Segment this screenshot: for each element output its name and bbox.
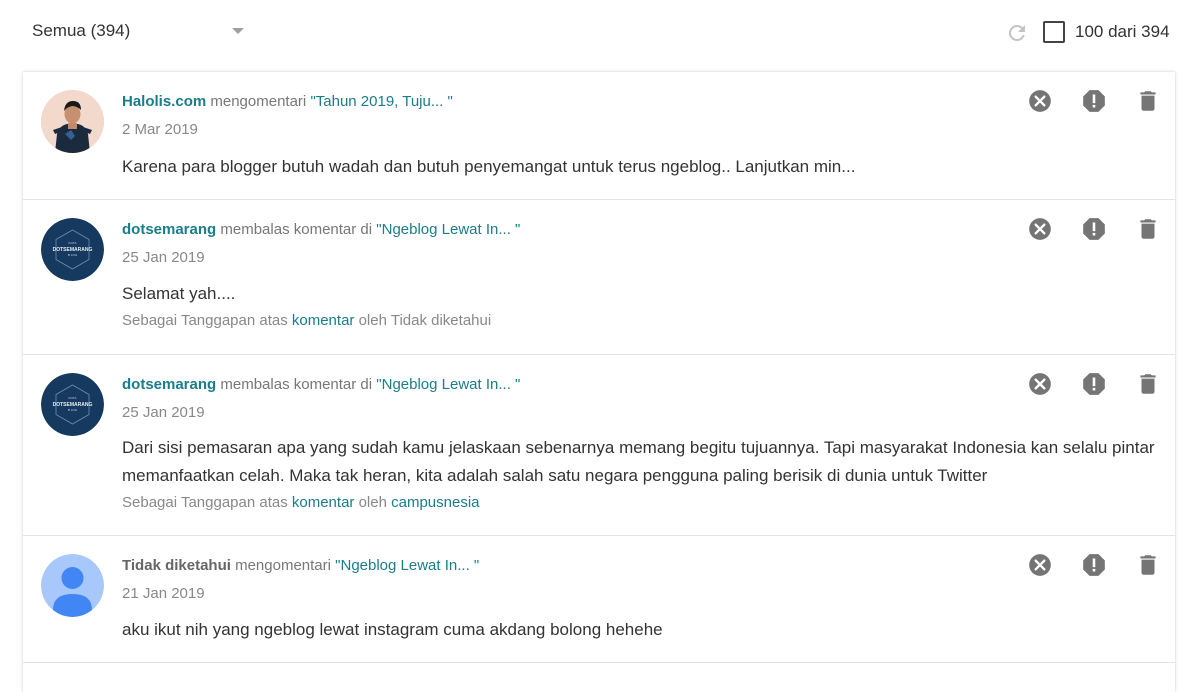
comment-text: Dari sisi pemasaran apa yang sudah kamu … xyxy=(122,438,1155,485)
comment-card: Halolis.com mengomentari "Tahun 2019, Tu… xyxy=(23,72,1175,200)
comment-actions xyxy=(1027,88,1167,114)
comment-header: dotsemarang membalas komentar di "Ngeblo… xyxy=(122,375,520,395)
comment-verb: mengomentari xyxy=(235,557,331,574)
comment-date: 25 Jan 2019 xyxy=(122,404,205,421)
logo-sub-text: B LOG xyxy=(68,253,78,257)
comment-date: 2 Mar 2019 xyxy=(122,121,198,138)
comment-text: aku ikut nih yang ngeblog lewat instagra… xyxy=(122,620,663,639)
count-label: 100 dari 394 xyxy=(1075,22,1170,41)
comment-date: 25 Jan 2019 xyxy=(122,249,205,266)
reply-by: oleh xyxy=(358,494,387,511)
reply-comment-link[interactable]: komentar xyxy=(292,312,355,329)
comment-actions xyxy=(1027,552,1167,578)
chevron-down-icon xyxy=(232,28,244,34)
post-link[interactable]: "Ngeblog Lewat In... " xyxy=(335,557,479,574)
author-link[interactable]: dotsemarang xyxy=(122,376,216,393)
comment-card: KOTA DOTSEMARANG B LOG dotsemarang memba… xyxy=(23,355,1175,536)
filter-dropdown[interactable]: Semua (394) xyxy=(32,19,246,43)
reply-comment-link[interactable]: komentar xyxy=(292,494,355,511)
comment-text: Karena para blogger butuh wadah dan butu… xyxy=(122,157,856,176)
author-link[interactable]: Halolis.com xyxy=(122,93,206,110)
comment-header: dotsemarang membalas komentar di "Ngeblo… xyxy=(122,220,520,240)
comment-list: Halolis.com mengomentari "Tahun 2019, Tu… xyxy=(23,72,1175,692)
comment-header: Halolis.com mengomentari "Tahun 2019, Tu… xyxy=(122,92,453,112)
toolbar: Semua (394) 100 dari 394 xyxy=(0,0,1188,62)
post-link[interactable]: "Ngeblog Lewat In... " xyxy=(376,376,520,393)
reply-prefix: Sebagai Tanggapan atas xyxy=(122,312,288,329)
remove-circle-icon[interactable] xyxy=(1027,216,1053,242)
author-link[interactable]: dotsemarang xyxy=(122,221,216,238)
spam-icon[interactable] xyxy=(1081,216,1107,242)
reply-info: Sebagai Tanggapan atas komentar oleh cam… xyxy=(122,493,480,513)
comment-card: Tidak diketahui mengomentari "Ngeblog Le… xyxy=(23,536,1175,663)
logo-top-text: KOTA xyxy=(69,241,77,245)
refresh-icon[interactable] xyxy=(1005,21,1029,45)
comment-verb: membalas komentar di xyxy=(220,376,373,393)
spam-icon[interactable] xyxy=(1081,88,1107,114)
comment-actions xyxy=(1027,371,1167,397)
comment-card: KOTA DOTSEMARANG B LOG dotsemarang memba… xyxy=(23,200,1175,355)
author-name: Tidak diketahui xyxy=(122,557,231,574)
comment-verb: mengomentari xyxy=(210,93,307,110)
comment-date: 21 Jan 2019 xyxy=(122,585,205,602)
trash-icon[interactable] xyxy=(1135,371,1161,397)
reply-by: oleh xyxy=(358,312,387,329)
reply-author: Tidak diketahui xyxy=(390,312,492,329)
comment-verb: membalas komentar di xyxy=(220,221,373,238)
avatar: KOTA DOTSEMARANG B LOG xyxy=(41,218,104,281)
filter-label: Semua (394) xyxy=(32,21,131,40)
remove-circle-icon[interactable] xyxy=(1027,552,1053,578)
reply-prefix: Sebagai Tanggapan atas xyxy=(122,494,288,511)
comment-text: Selamat yah.... xyxy=(122,284,236,303)
comment-header: Tidak diketahui mengomentari "Ngeblog Le… xyxy=(122,556,479,576)
reply-info: Sebagai Tanggapan atas komentar oleh Tid… xyxy=(122,311,491,331)
select-all-checkbox[interactable] xyxy=(1043,21,1065,43)
avatar: KOTA DOTSEMARANG B LOG xyxy=(41,373,104,436)
comment-actions xyxy=(1027,216,1167,242)
spam-icon[interactable] xyxy=(1081,552,1107,578)
trash-icon[interactable] xyxy=(1135,216,1161,242)
remove-circle-icon[interactable] xyxy=(1027,371,1053,397)
avatar xyxy=(41,90,104,153)
spam-icon[interactable] xyxy=(1081,371,1107,397)
avatar xyxy=(41,554,104,617)
logo-top-text: KOTA xyxy=(69,396,77,400)
reply-author-link[interactable]: campusnesia xyxy=(391,494,479,511)
trash-icon[interactable] xyxy=(1135,88,1161,114)
post-link[interactable]: "Ngeblog Lewat In... " xyxy=(376,221,520,238)
post-link[interactable]: "Tahun 2019, Tuju... " xyxy=(310,93,452,110)
trash-icon[interactable] xyxy=(1135,552,1161,578)
logo-sub-text: B LOG xyxy=(68,408,78,412)
remove-circle-icon[interactable] xyxy=(1027,88,1053,114)
